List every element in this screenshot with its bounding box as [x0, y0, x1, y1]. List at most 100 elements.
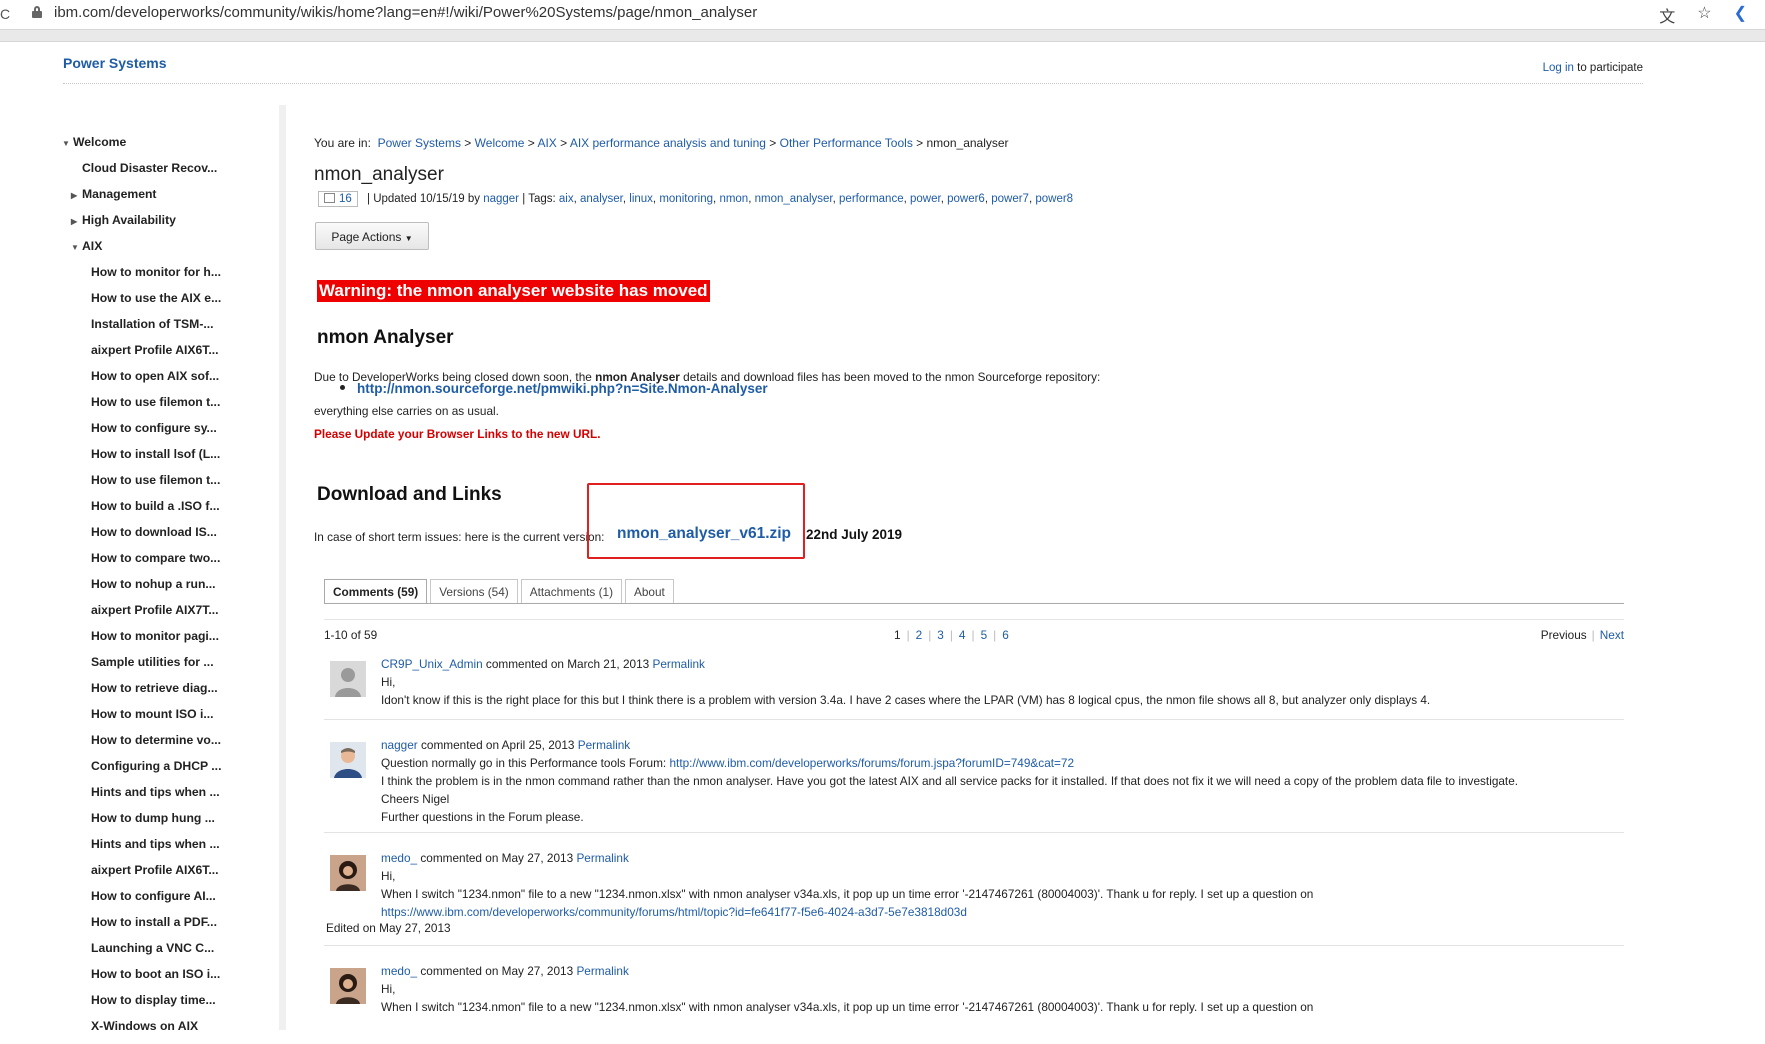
tag-link[interactable]: nmon_analyser [755, 193, 833, 205]
page-meta: 16 | Updated 10/15/19 by nagger | Tags: … [318, 191, 1073, 207]
page-number[interactable]: 4 [959, 628, 966, 642]
extension-icon[interactable]: ❮ [1734, 3, 1747, 27]
breadcrumb-link[interactable]: AIX performance analysis and tuning [570, 136, 766, 150]
nav-item[interactable]: aixpert Profile AIX6T... [62, 342, 282, 368]
nav-item[interactable]: How to open AIX sof... [62, 368, 282, 394]
comment-author-link[interactable]: medo_ [381, 964, 417, 978]
nav-item[interactable]: ▼ AIX [62, 238, 282, 264]
nav-item[interactable]: How to use filemon t... [62, 394, 282, 420]
url-text[interactable]: ibm.com/developerworks/community/wikis/h… [54, 4, 757, 21]
reload-icon[interactable]: C [0, 6, 10, 22]
breadcrumb-separator: > [460, 136, 475, 150]
nav-item[interactable]: ▶ High Availability [62, 212, 282, 238]
comment-link[interactable]: http://www.ibm.com/developerworks/forums… [670, 756, 1075, 770]
nav-item[interactable]: How to display time... [62, 992, 282, 1018]
tab-item[interactable]: Versions (54) [430, 579, 518, 603]
comment-author-link[interactable]: CR9P_Unix_Admin [381, 657, 483, 671]
login-link[interactable]: Log in [1543, 62, 1574, 74]
nav-item[interactable]: Configuring a DHCP ... [62, 758, 282, 784]
avatar[interactable] [330, 855, 366, 891]
collapsed-triangle-icon[interactable]: ▶ [71, 188, 77, 204]
comment-text: Hi, [381, 869, 396, 883]
sourceforge-link[interactable]: http://nmon.sourceforge.net/pmwiki.php?n… [357, 381, 768, 396]
nav-item[interactable]: How to use the AIX e... [62, 290, 282, 316]
nav-item[interactable]: Hints and tips when ... [62, 836, 282, 862]
breadcrumb-link[interactable]: AIX [537, 136, 556, 150]
nav-item[interactable]: How to build a .ISO f... [62, 498, 282, 524]
page-number[interactable]: 5 [981, 628, 988, 642]
page-number[interactable]: 2 [916, 628, 923, 642]
bookmark-star-icon[interactable]: ☆ [1697, 3, 1711, 27]
nav-item[interactable]: How to use filemon t... [62, 472, 282, 498]
permalink-link[interactable]: Permalink [652, 657, 704, 671]
breadcrumb-link[interactable]: Welcome [475, 136, 525, 150]
nav-item[interactable]: How to compare two... [62, 550, 282, 576]
tag-link[interactable]: power [910, 193, 941, 205]
nav-item[interactable]: How to configure AI... [62, 888, 282, 914]
page-number[interactable]: 3 [937, 628, 944, 642]
avatar[interactable] [330, 742, 366, 778]
tab-item[interactable]: Attachments (1) [520, 579, 622, 603]
nav-item[interactable]: X-Windows on AIX [62, 1018, 282, 1044]
collapsed-triangle-icon[interactable]: ▶ [71, 214, 77, 230]
tag-link[interactable]: nmon [719, 193, 748, 205]
comment-author-link[interactable]: nagger [381, 738, 418, 752]
like-button[interactable]: 16 [318, 191, 358, 207]
nav-item[interactable]: Launching a VNC C... [62, 940, 282, 966]
nav-item[interactable]: How to boot an ISO i... [62, 966, 282, 992]
tag-link[interactable]: linux [629, 193, 653, 205]
nav-item[interactable]: How to monitor pagi... [62, 628, 282, 654]
nav-item[interactable]: How to install a PDF... [62, 914, 282, 940]
previous-button[interactable]: Previous [1541, 628, 1587, 642]
permalink-link[interactable]: Permalink [578, 738, 630, 752]
tag-link[interactable]: power6 [947, 193, 985, 205]
nav-item[interactable]: ▼ Welcome [62, 134, 282, 160]
nav-item-label: Welcome [73, 135, 127, 149]
breadcrumb-link[interactable]: Other Performance Tools [780, 136, 913, 150]
avatar[interactable] [330, 661, 366, 697]
permalink-link[interactable]: Permalink [576, 964, 628, 978]
sourceforge-list-item: http://nmon.sourceforge.net/pmwiki.php?n… [340, 381, 768, 396]
author-link[interactable]: nagger [483, 193, 519, 205]
breadcrumb-link[interactable]: Power Systems [378, 136, 461, 150]
next-button[interactable]: Next [1600, 628, 1624, 642]
nav-item[interactable]: How to install lsof (L... [62, 446, 282, 472]
tag-link[interactable]: analyser [580, 193, 623, 205]
lock-icon[interactable] [32, 6, 42, 18]
nav-item[interactable]: Cloud Disaster Recov... [62, 160, 282, 186]
nav-item[interactable]: aixpert Profile AIX6T... [62, 862, 282, 888]
permalink-link[interactable]: Permalink [576, 851, 628, 865]
expanded-triangle-icon[interactable]: ▼ [71, 240, 79, 256]
nav-item[interactable]: How to mount ISO i... [62, 706, 282, 732]
expanded-triangle-icon[interactable]: ▼ [62, 136, 70, 152]
nav-item[interactable]: How to determine vo... [62, 732, 282, 758]
nav-item[interactable]: ▶ Management [62, 186, 282, 212]
tag-link[interactable]: aix [559, 193, 574, 205]
comment-link[interactable]: https://www.ibm.com/developerworks/commu… [381, 905, 967, 919]
tag-link[interactable]: power7 [991, 193, 1029, 205]
nav-item[interactable]: How to download IS... [62, 524, 282, 550]
tab-item[interactable]: Comments (59) [324, 579, 428, 603]
nav-item[interactable]: Sample utilities for ... [62, 654, 282, 680]
page-actions-button[interactable]: Page Actions ▼ [315, 222, 429, 250]
page-number[interactable]: 6 [1002, 628, 1009, 642]
nav-item[interactable]: How to nohup a run... [62, 576, 282, 602]
nav-item-label: How to open AIX sof... [91, 369, 220, 383]
comment-author-link[interactable]: medo_ [381, 851, 417, 865]
nav-item[interactable]: How to configure sy... [62, 420, 282, 446]
tag-link[interactable]: monitoring [659, 193, 713, 205]
warning-banner: Warning: the nmon analyser website has m… [317, 280, 710, 302]
nav-item[interactable]: Installation of TSM-... [62, 316, 282, 342]
nav-splitter[interactable] [279, 105, 286, 1030]
tab-item[interactable]: About [625, 579, 674, 603]
nav-item[interactable]: How to retrieve diag... [62, 680, 282, 706]
nav-item[interactable]: How to monitor for h... [62, 264, 282, 290]
avatar[interactable] [330, 968, 366, 1004]
tag-link[interactable]: performance [839, 193, 904, 205]
tag-link[interactable]: power8 [1035, 193, 1073, 205]
nav-item[interactable]: aixpert Profile AIX7T... [62, 602, 282, 628]
translate-icon[interactable]: 文 [1659, 3, 1675, 27]
nav-item[interactable]: Hints and tips when ... [62, 784, 282, 810]
site-title-link[interactable]: Power Systems [63, 55, 167, 71]
nav-item[interactable]: How to dump hung ... [62, 810, 282, 836]
